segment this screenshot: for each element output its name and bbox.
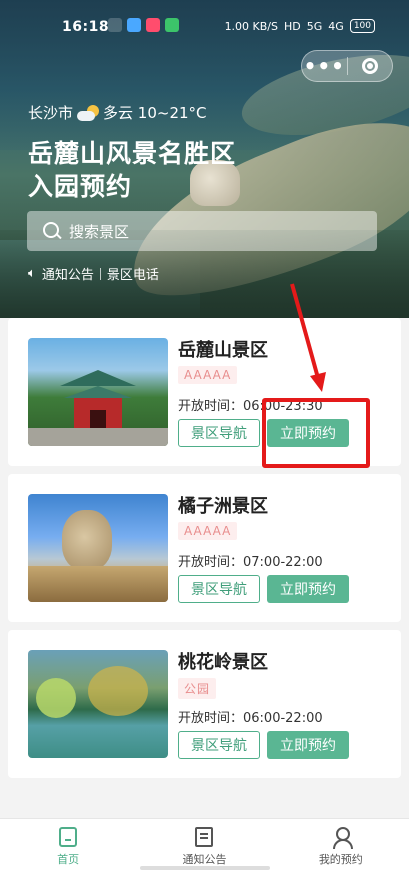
bottom-tab-bar: 首页 通知公告 我的预约 xyxy=(0,818,409,872)
tab-label: 通知公告 xyxy=(182,853,227,866)
tab-notice[interactable]: 通知公告 xyxy=(136,819,272,872)
home-indicator xyxy=(140,866,270,870)
home-icon xyxy=(59,827,78,847)
user-icon xyxy=(332,827,353,849)
tab-label: 我的预约 xyxy=(318,853,363,866)
annotation-highlight-box xyxy=(262,398,370,468)
tab-label: 首页 xyxy=(57,853,80,866)
tab-home[interactable]: 首页 xyxy=(0,819,136,872)
notice-icon xyxy=(195,827,214,847)
tab-my-booking[interactable]: 我的预约 xyxy=(273,819,409,872)
